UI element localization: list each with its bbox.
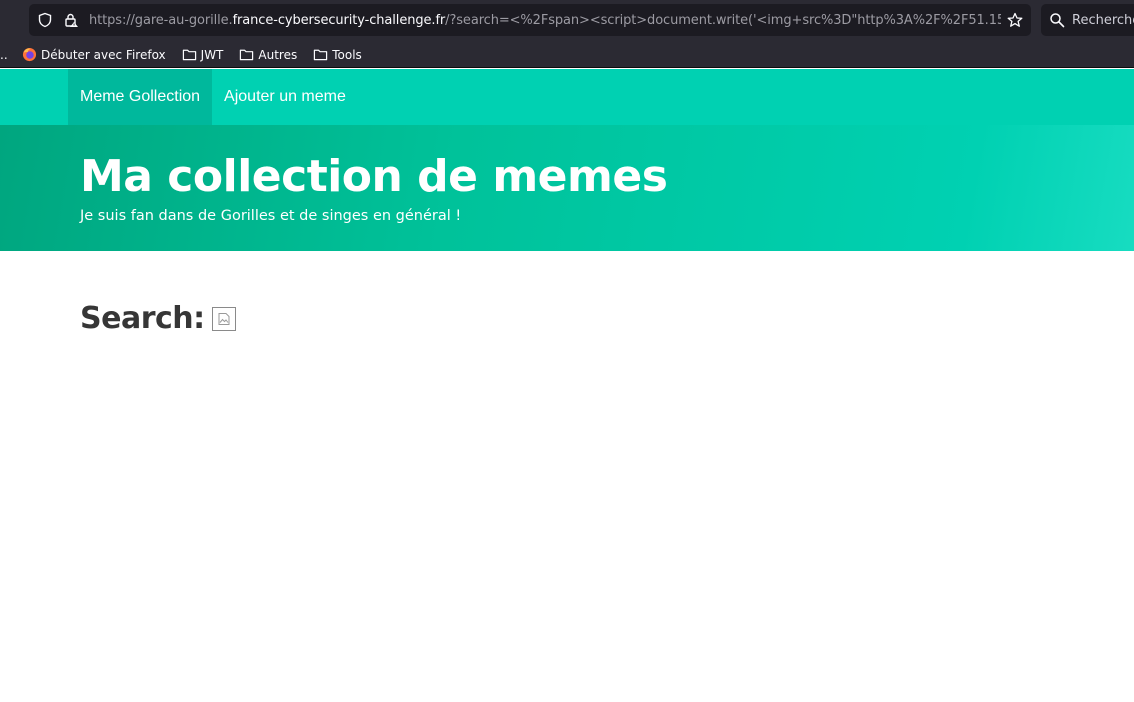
page-title: Ma collection de memes — [80, 151, 668, 202]
site-navbar: Meme Gollection Ajouter un meme — [0, 69, 1134, 125]
firefox-icon — [22, 47, 37, 62]
tracking-shield-icon[interactable] — [37, 12, 53, 28]
bookmarks-bar: .. Débuter avec Firefox JWT Autres Tools — [0, 42, 1134, 68]
browser-toolbar: https://gare-au-gorille.france-cybersecu… — [0, 0, 1134, 42]
bookmark-folder-tools[interactable]: Tools — [309, 44, 366, 66]
nav-link-ajouter-meme[interactable]: Ajouter un meme — [212, 69, 358, 125]
bookmarks-overflow[interactable]: .. — [0, 48, 10, 62]
url-host: france-cybersecurity-challenge.fr — [232, 12, 446, 28]
bookmark-label: JWT — [200, 47, 224, 62]
url-path: /?search=<%2Fspan><script>document.write… — [445, 12, 1001, 28]
search-result-row: Search: — [80, 301, 236, 336]
folder-icon — [313, 47, 328, 62]
insecure-lock-icon[interactable] — [63, 12, 79, 28]
url-prefix: https://gare-au-gorille. — [89, 12, 233, 28]
folder-icon — [182, 47, 197, 62]
search-label: Search: — [80, 301, 205, 336]
web-page: Meme Gollection Ajouter un meme Ma colle… — [0, 69, 1134, 702]
bookmark-label: Tools — [332, 47, 362, 62]
nav-brand-meme-gollection[interactable]: Meme Gollection — [68, 69, 213, 125]
hero-banner: Ma collection de memes Je suis fan dans … — [0, 125, 1134, 251]
search-placeholder: Recherche — [1072, 12, 1134, 28]
search-icon — [1049, 12, 1065, 28]
bookmark-star-icon[interactable] — [1007, 12, 1023, 28]
url-text[interactable]: https://gare-au-gorille.france-cybersecu… — [89, 13, 1001, 28]
web-search-box[interactable]: Recherche — [1041, 4, 1134, 36]
folder-icon — [239, 47, 254, 62]
broken-image-icon — [211, 306, 236, 331]
bookmark-folder-jwt[interactable]: JWT — [178, 44, 228, 66]
page-subtitle: Je suis fan dans de Gorilles et de singe… — [80, 208, 462, 224]
bookmark-debuter-firefox[interactable]: Débuter avec Firefox — [18, 44, 170, 66]
bookmark-label: Débuter avec Firefox — [41, 47, 166, 62]
address-bar[interactable]: https://gare-au-gorille.france-cybersecu… — [29, 4, 1031, 36]
bookmark-folder-autres[interactable]: Autres — [235, 44, 301, 66]
bookmark-label: Autres — [258, 47, 298, 62]
